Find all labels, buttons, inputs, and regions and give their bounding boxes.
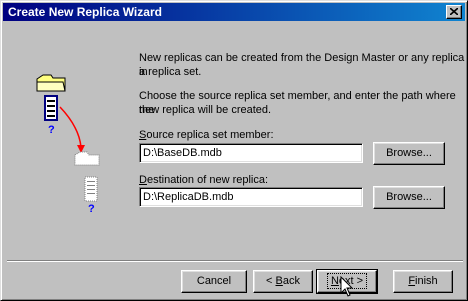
design-master-database-icon [44, 95, 58, 121]
separator [7, 260, 463, 262]
destination-label-mnemonic: D [139, 174, 147, 186]
question-icon-bottom: ? [88, 203, 95, 215]
finish-button[interactable]: Finish [393, 270, 453, 293]
close-icon [450, 8, 458, 15]
source-label-text: ource replica set member: [146, 129, 274, 141]
intro-line-2: a replica set. [139, 66, 202, 78]
cancel-button[interactable]: Cancel [181, 270, 247, 293]
destination-label: Destination of new replica: [139, 173, 268, 187]
window-title: Create New Replica Wizard [8, 5, 162, 19]
destination-label-text: estination of new replica: [146, 174, 269, 186]
source-browse-button[interactable]: Browse... [373, 142, 445, 165]
question-icon-top: ? [48, 124, 55, 136]
back-button[interactable]: < Back [253, 270, 313, 293]
wizard-window: Create New Replica Wizard ? ? New replic… [0, 0, 468, 301]
replica-database-icon [84, 176, 98, 202]
title-bar[interactable]: Create New Replica Wizard [3, 3, 465, 21]
back-mnemonic: B [275, 275, 283, 287]
folder-icon [36, 74, 66, 92]
replica-folder-icon [74, 151, 100, 166]
red-arrow-icon [59, 106, 82, 148]
close-button[interactable] [446, 5, 462, 19]
destination-browse-button[interactable]: Browse... [373, 186, 445, 209]
back-prefix: < [266, 275, 276, 287]
source-field[interactable]: D:\BaseDB.mdb [139, 143, 363, 163]
source-label: Source replica set member: [139, 128, 274, 142]
replica-illustration: ? ? [36, 74, 100, 215]
back-text: ack [282, 275, 300, 287]
intro-line-4: new replica will be created. [139, 104, 272, 116]
destination-field[interactable]: D:\ReplicaDB.mdb [139, 187, 363, 207]
finish-text: inish [415, 275, 438, 287]
next-mnemonic: N [330, 275, 339, 287]
mouse-cursor-icon [340, 276, 354, 297]
